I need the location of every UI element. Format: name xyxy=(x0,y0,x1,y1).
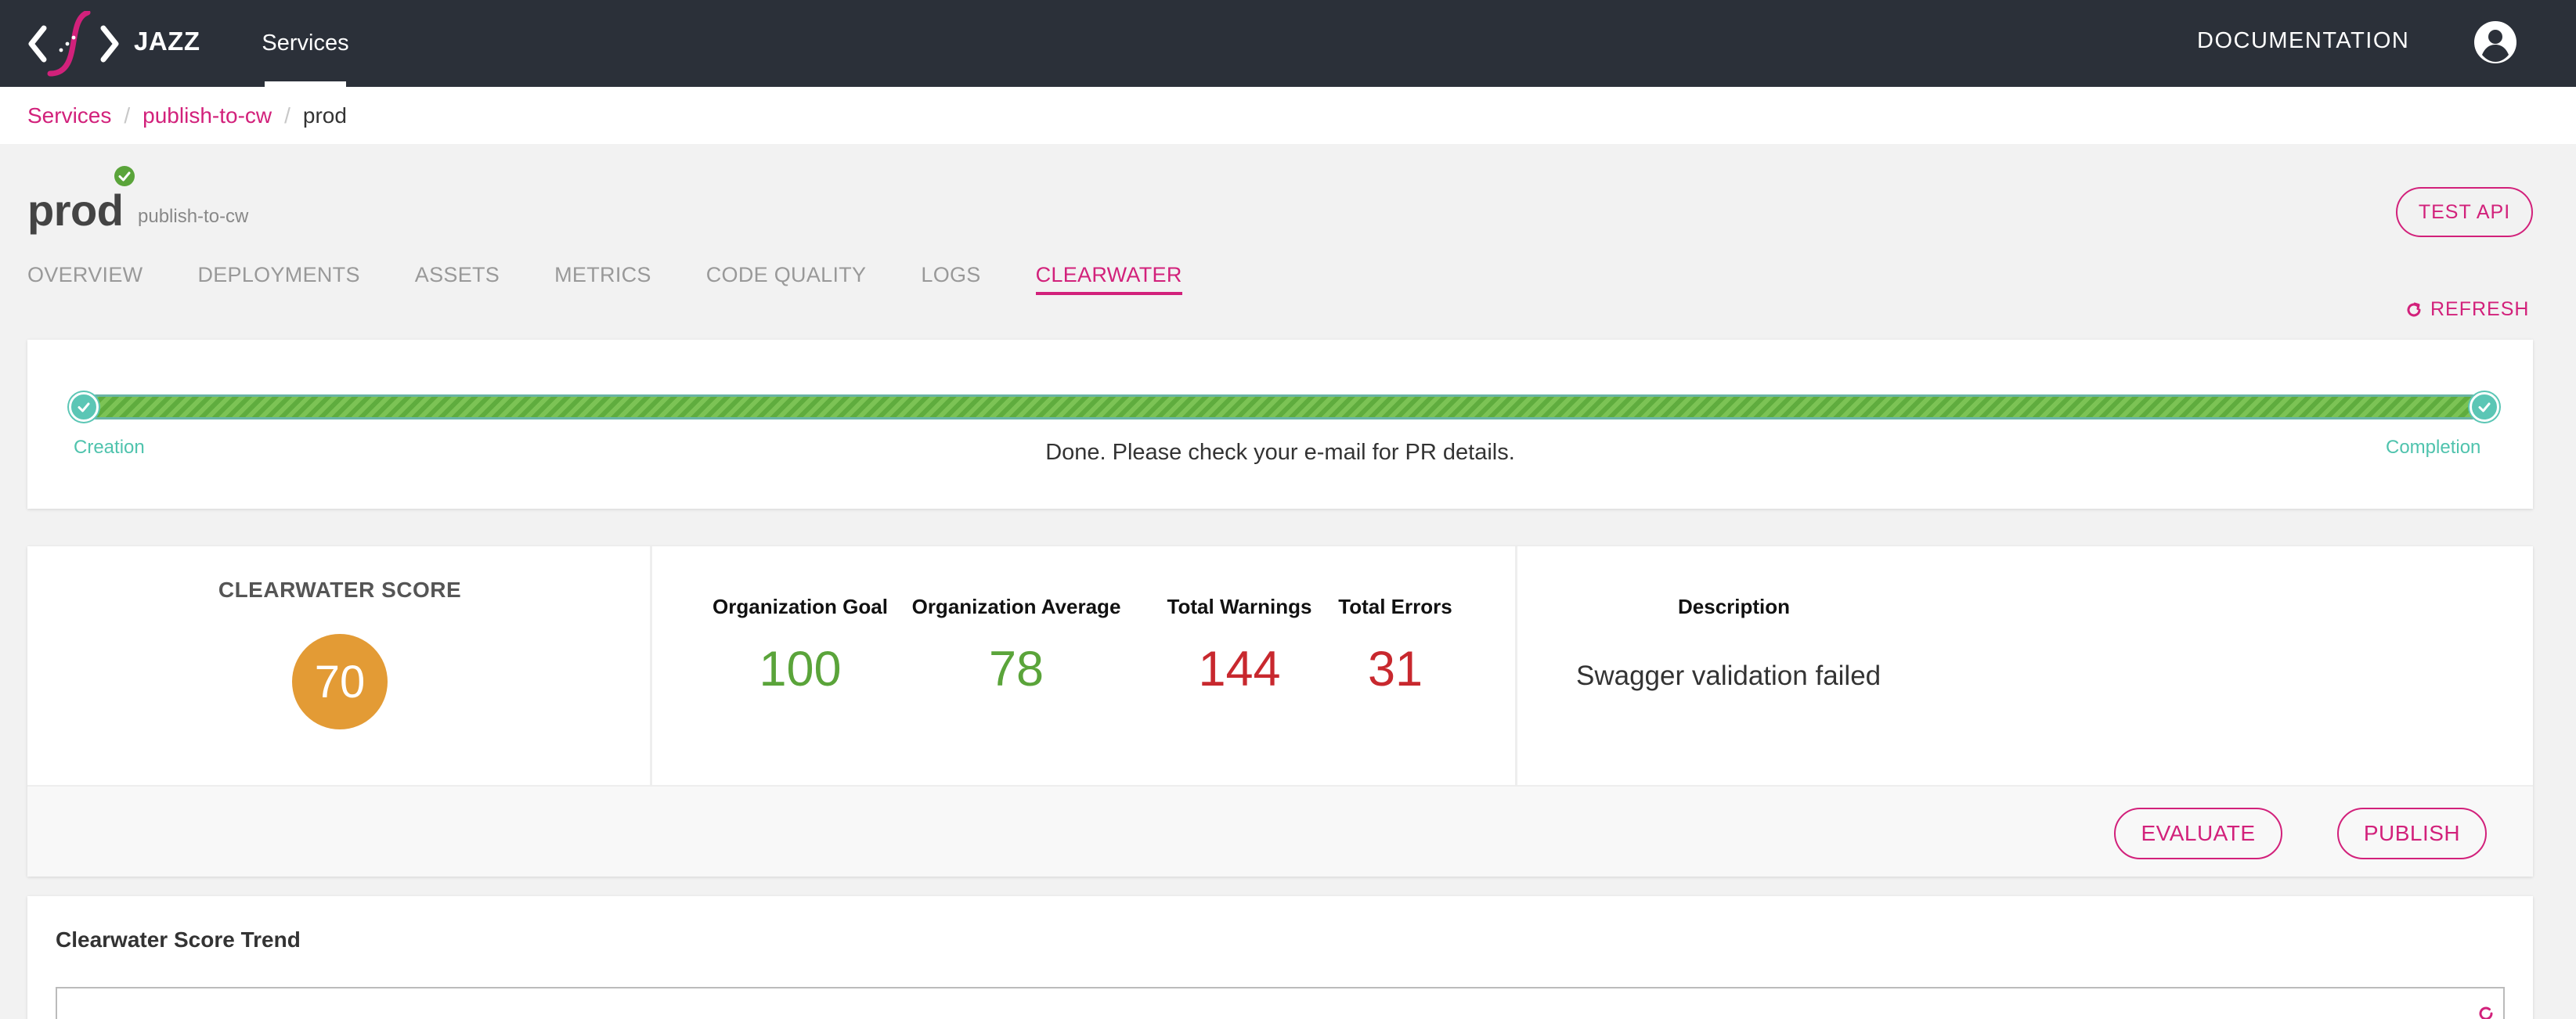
service-tabs: OVERVIEW DEPLOYMENTS ASSETS METRICS CODE… xyxy=(27,263,1237,295)
progress-card: Creation Completion Done. Please check y… xyxy=(27,340,2533,509)
page-title: prod xyxy=(27,185,124,235)
metric-value: 31 xyxy=(1367,642,1423,697)
progress-end-node xyxy=(2470,392,2499,422)
check-icon xyxy=(2478,402,2491,412)
score-trend-card: Clearwater Score Trend xyxy=(27,896,2533,1019)
description-text: Swagger validation failed xyxy=(1576,661,1881,691)
breadcrumb: Services / publish-to-cw / prod xyxy=(27,103,347,128)
breadcrumb-separator: / xyxy=(124,103,131,128)
user-account-icon[interactable] xyxy=(2473,20,2517,64)
metric-value: 144 xyxy=(1198,642,1281,697)
progress-message: Done. Please check your e-mail for PR de… xyxy=(1045,440,1515,465)
metric-label: Organization Goal xyxy=(713,595,888,618)
test-api-button[interactable]: TEST API xyxy=(2396,187,2533,237)
score-actions: EVALUATE PUBLISH xyxy=(27,785,2533,877)
breadcrumb-services[interactable]: Services xyxy=(27,103,111,128)
metric-total-warnings: Total Warnings 144 xyxy=(1161,595,1318,697)
breadcrumb-bar: Services / publish-to-cw / prod xyxy=(0,87,2576,144)
refresh-button[interactable]: REFRESH xyxy=(2405,298,2529,321)
tab-logs[interactable]: LOGS xyxy=(921,263,980,295)
progress-bar xyxy=(84,394,2484,419)
metric-total-errors: Total Errors 31 xyxy=(1335,595,1456,697)
brand-name: JAZZ xyxy=(134,27,200,56)
status-success-icon xyxy=(114,166,135,186)
tab-metrics[interactable]: METRICS xyxy=(554,263,651,295)
tab-deployments[interactable]: DEPLOYMENTS xyxy=(197,263,359,295)
refresh-label: REFRESH xyxy=(2430,298,2530,320)
nav-services[interactable]: Services xyxy=(262,0,349,87)
tab-assets[interactable]: ASSETS xyxy=(415,263,500,295)
refresh-icon xyxy=(2407,302,2421,316)
metric-organization-average: Organization Average 78 xyxy=(903,595,1130,697)
nav-active-indicator xyxy=(265,81,346,87)
trend-title: Clearwater Score Trend xyxy=(56,927,301,952)
breadcrumb-service[interactable]: publish-to-cw xyxy=(143,103,272,128)
service-name: publish-to-cw xyxy=(138,206,249,227)
tab-code-quality[interactable]: CODE QUALITY xyxy=(706,263,867,295)
jazz-logo-icon xyxy=(28,11,119,77)
top-navbar: JAZZ Services DOCUMENTATION xyxy=(0,0,2576,87)
publish-button[interactable]: PUBLISH xyxy=(2337,808,2487,859)
evaluate-button[interactable]: EVALUATE xyxy=(2114,808,2282,859)
description-section: Description Swagger validation failed xyxy=(1517,546,2533,785)
breadcrumb-current: prod xyxy=(302,103,347,128)
metric-label: Total Errors xyxy=(1338,595,1452,618)
tab-clearwater[interactable]: CLEARWATER xyxy=(1035,263,1182,295)
nav-documentation[interactable]: DOCUMENTATION xyxy=(2197,28,2409,54)
tab-overview[interactable]: OVERVIEW xyxy=(27,263,143,295)
check-icon xyxy=(78,402,90,412)
metric-label: Total Warnings xyxy=(1167,595,1312,618)
metric-organization-goal: Organization Goal 100 xyxy=(702,595,898,697)
metrics-section: Organization Goal 100 Organization Avera… xyxy=(652,546,1517,785)
description-label: Description xyxy=(1678,595,1791,618)
metric-value: 100 xyxy=(759,642,842,697)
metric-value: 78 xyxy=(988,642,1044,697)
score-section: CLEARWATER SCORE 70 xyxy=(27,546,652,785)
clearwater-score-card: CLEARWATER SCORE 70 Organization Goal 10… xyxy=(27,546,2533,877)
breadcrumb-separator: / xyxy=(284,103,290,128)
nav-services-label: Services xyxy=(262,31,349,56)
trend-chart-container xyxy=(56,987,2505,1019)
trend-refresh-icon[interactable] xyxy=(2477,1004,2495,1019)
score-title: CLEARWATER SCORE xyxy=(218,578,462,602)
progress-start-node xyxy=(69,392,99,422)
metric-label: Organization Average xyxy=(911,595,1121,618)
jazz-logo[interactable] xyxy=(27,11,121,77)
score-badge: 70 xyxy=(292,634,388,729)
